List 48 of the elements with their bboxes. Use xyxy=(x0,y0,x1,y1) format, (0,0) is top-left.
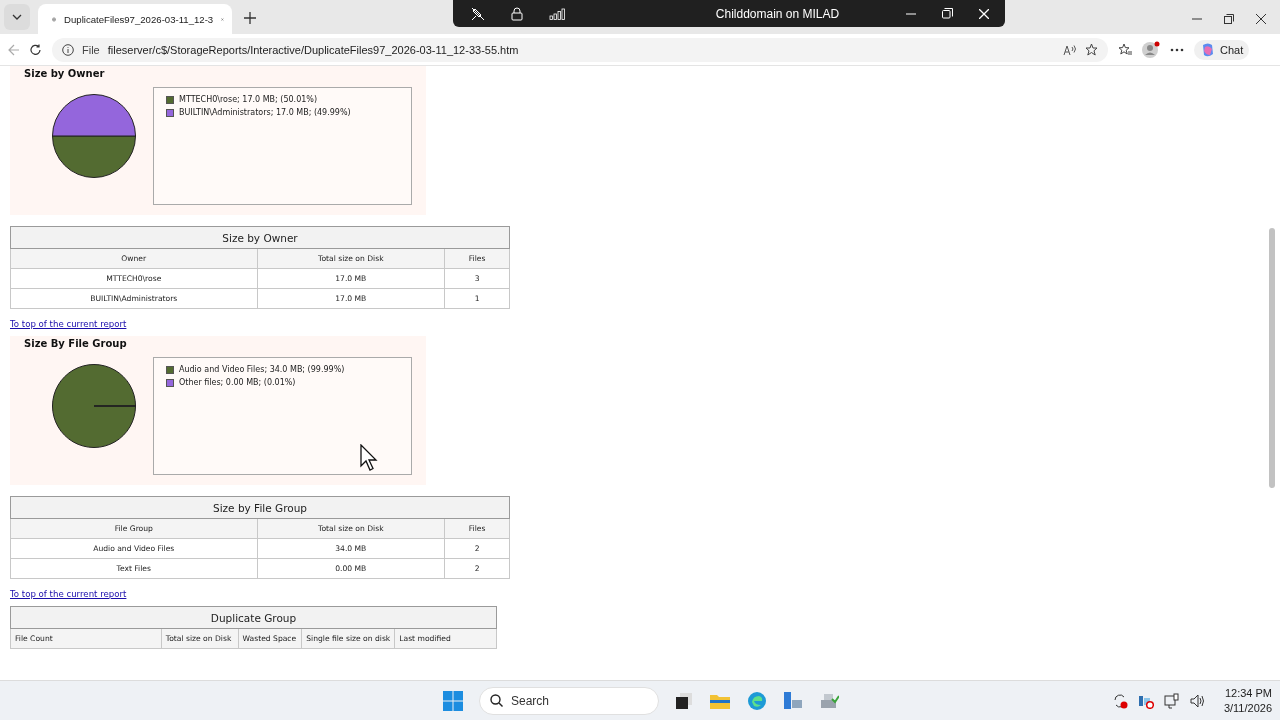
top-of-report-link[interactable]: To top of the current report xyxy=(10,589,127,599)
copilot-icon xyxy=(1200,41,1216,58)
favorites-icon[interactable] xyxy=(1118,43,1132,56)
info-icon xyxy=(62,43,74,56)
restore-icon[interactable] xyxy=(1224,14,1234,24)
new-tab-icon[interactable] xyxy=(244,12,256,24)
browser-icon[interactable] xyxy=(747,690,767,711)
lock-icon[interactable] xyxy=(511,6,523,21)
profile-icon[interactable] xyxy=(1142,40,1160,59)
signal-bars-icon[interactable] xyxy=(549,7,567,20)
legend-label: Other files; 0.00 MB; (0.01%) xyxy=(179,378,296,387)
address-bar[interactable]: File fileserver/c$/StorageReports/Interactive/DuplicateFiles97_2026-03-11_12-33-55.htm xyxy=(52,37,1108,62)
sync-alert-icon[interactable] xyxy=(1111,692,1128,709)
address-prefix: File xyxy=(82,43,100,56)
unpin-icon[interactable] xyxy=(471,6,485,21)
url-text: fileserver/c$/StorageReports/Interactive/DuplicateFiles97_2026-03-11_12-33-55.htm xyxy=(107,43,520,56)
read-aloud-icon[interactable] xyxy=(1063,43,1077,56)
mouse-pointer-icon xyxy=(360,444,380,472)
server-manager-icon[interactable] xyxy=(783,690,803,711)
more-icon[interactable] xyxy=(1170,47,1184,52)
table-title: Size by Owner xyxy=(10,226,510,249)
volume-icon[interactable] xyxy=(1189,693,1206,708)
chart-heading: Size By File Group xyxy=(24,338,128,349)
tab-title: DuplicateFiles97_2026-03-11_12-3 xyxy=(64,13,214,25)
table-title: Duplicate Group xyxy=(10,606,497,629)
chat-button[interactable]: Chat xyxy=(1194,39,1250,60)
start-icon[interactable] xyxy=(443,690,463,711)
chart-heading: Size by Owner xyxy=(24,68,106,79)
chevron-down-icon xyxy=(12,14,22,20)
clock-time: 12:34 PM xyxy=(1224,685,1272,701)
scrollbar-thumb[interactable] xyxy=(1269,228,1275,488)
tab-menu-button[interactable] xyxy=(4,4,30,30)
monitor-icon[interactable] xyxy=(1163,692,1180,709)
search-icon xyxy=(490,694,503,707)
browser-tab[interactable]: DuplicateFiles97_2026-03-11_12-3 xyxy=(38,4,232,34)
legend-label: Audio and Video Files; 34.0 MB; (99.99%) xyxy=(179,365,345,374)
clock-date: 3/11/2026 xyxy=(1223,700,1272,716)
restore-icon[interactable] xyxy=(942,8,953,19)
taskbar-clock[interactable]: 12:34 PM 3/11/2026 xyxy=(1223,685,1272,716)
top-of-report-link[interactable]: To top of the current report xyxy=(10,319,127,329)
star-icon[interactable] xyxy=(1085,43,1098,56)
taskbar-search[interactable]: Search xyxy=(479,686,659,715)
refresh-icon[interactable] xyxy=(30,43,42,56)
legend-label: MTTECH0\rose; 17.0 MB; (50.01%) xyxy=(179,95,318,104)
legend-label: BUILTIN\Administrators; 17.0 MB; (49.99%) xyxy=(179,108,351,117)
task-view-icon[interactable] xyxy=(675,691,693,710)
table-title: Size by File Group xyxy=(10,496,510,519)
remote-session-title: Childdomain on MILAD xyxy=(714,6,841,21)
